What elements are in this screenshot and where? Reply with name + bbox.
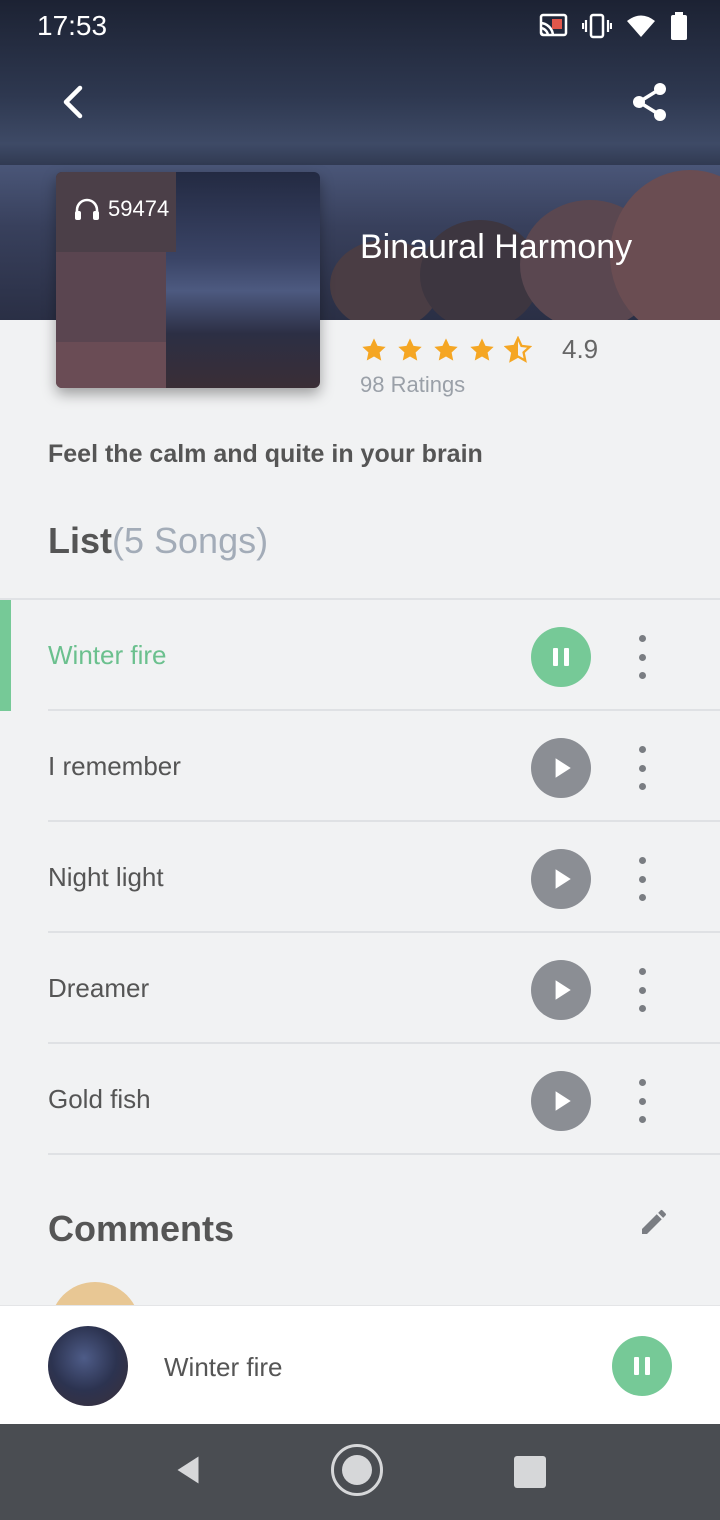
song-row[interactable]: Night light [0,822,720,933]
headphones-icon [75,198,99,220]
mini-player-track: Winter fire [164,1352,283,1382]
play-icon [555,758,571,778]
listen-count: 59474 [74,196,169,222]
home-icon [342,1455,372,1485]
song-row[interactable]: Dreamer [0,933,720,1044]
comments-heading: Comments [48,1208,235,1249]
pause-icon [553,648,569,666]
share-icon [633,83,666,121]
vibrate-icon [582,13,612,39]
battery-icon [671,12,687,40]
pencil-icon [642,1209,666,1234]
status-icons [538,12,688,40]
rock-shape [56,342,166,388]
album-cover: 59474 [56,172,320,388]
share-button[interactable] [628,80,672,124]
status-time: 17:53 [37,10,108,41]
play-icon [555,980,571,1000]
play-button[interactable] [531,1071,591,1131]
star-rating: 4.9 [360,334,598,365]
more-options-button[interactable] [626,968,658,1012]
song-count: (5 Songs) [112,520,269,561]
active-indicator [0,600,11,711]
write-comment-button[interactable] [638,1206,670,1238]
system-nav-bar [0,1424,720,1520]
list-label: List [48,520,113,561]
chevron-left-icon [63,85,83,119]
star-half-icon [504,335,532,363]
pause-button[interactable] [531,627,591,687]
song-title: I remember [48,751,181,781]
mini-player-artwork [48,1326,128,1406]
listen-count-value: 59474 [108,196,170,221]
pause-icon [634,1357,650,1375]
star-icon [470,337,494,361]
song-row[interactable]: Winter fire [0,600,720,711]
wifi-icon [627,15,655,37]
more-options-button[interactable] [626,1079,658,1123]
back-button[interactable] [52,80,96,124]
ratings-count: 98 Ratings [360,372,466,397]
mini-player-pause-button[interactable] [612,1336,672,1396]
play-button[interactable] [531,738,591,798]
song-row[interactable]: Gold fish [0,1044,720,1155]
song-title: Night light [48,862,164,892]
song-title: Gold fish [48,1084,151,1114]
more-options-button[interactable] [626,746,658,790]
play-button[interactable] [531,960,591,1020]
play-icon [555,869,571,889]
triangle-back-icon [177,1456,199,1484]
play-icon [555,1091,571,1111]
play-button[interactable] [531,849,591,909]
more-options-button[interactable] [626,857,658,901]
mini-player[interactable]: Winter fire [0,1305,720,1425]
rating-score: 4.9 [562,334,599,364]
star-icon [362,337,386,361]
nav-recents-button[interactable] [514,1456,546,1488]
more-options-button[interactable] [626,635,658,679]
cast-icon [539,13,568,37]
album-title: Binaural Harmony [360,228,633,266]
album-description: Feel the calm and quite in your brain [48,440,483,468]
star-icon [398,337,422,361]
status-bar: 17:53 [0,0,720,52]
song-title: Dreamer [48,973,150,1003]
song-list-heading: List(5 Songs) [48,520,268,562]
rock-shape [56,252,166,342]
star-icon [434,337,458,361]
nav-back-button[interactable] [170,1452,206,1492]
nav-home-button[interactable] [331,1444,383,1496]
song-title: Winter fire [48,640,167,670]
song-row[interactable]: I remember [0,711,720,822]
divider [48,1153,720,1155]
